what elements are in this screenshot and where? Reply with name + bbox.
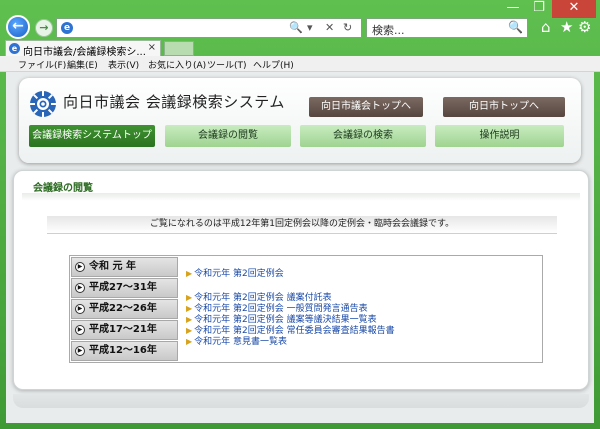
tab-active[interactable]: e 向日市議会/会議録検索シ... × bbox=[5, 40, 161, 58]
meeting-archive: ▶ 令和 元 年 ▶ 平成27～31年 ▶ 平成22～26年 ▶ 平成17～21… bbox=[69, 255, 543, 363]
menu-view[interactable]: 表示(V) bbox=[108, 58, 139, 71]
meeting-link-text: 令和元年 第2回定例会 議案等議決結果一覧表 bbox=[194, 315, 377, 325]
arrow-circle-icon: ▶ bbox=[75, 346, 85, 356]
section-divider bbox=[22, 193, 580, 201]
site-header: 向日市議会 会議録検索システム 向日市議会トップへ 向日市トップへ 会議録検索シ… bbox=[19, 78, 581, 163]
tab-bar: e 向日市議会/会議録検索シ... × bbox=[0, 40, 600, 58]
arrow-circle-icon: ▶ bbox=[75, 304, 85, 314]
search-icon[interactable]: 🔍 bbox=[508, 20, 523, 34]
meeting-link-text: 令和元年 第2回定例会 議案付託表 bbox=[194, 293, 332, 303]
menu-tools[interactable]: ツール(T) bbox=[207, 58, 247, 71]
bullet-arrow-icon: ▶ bbox=[186, 304, 193, 313]
menu-file[interactable]: ファイル(F) bbox=[18, 58, 66, 71]
address-stop-icon[interactable]: ✕ bbox=[325, 21, 334, 34]
year-heisei-17-21[interactable]: ▶ 平成17～21年 bbox=[71, 320, 178, 340]
meeting-link[interactable]: ▶ 令和元年 第2回定例会 bbox=[186, 268, 284, 280]
ie-favicon-icon: e bbox=[61, 22, 73, 34]
browser-search-input[interactable]: 検索... 🔍 bbox=[366, 18, 528, 38]
home-icon[interactable]: ⌂ bbox=[541, 18, 551, 36]
nav-help[interactable]: 操作説明 bbox=[435, 125, 564, 147]
browse-panel: 会議録の閲覧 ご覧になれるのは平成12年第1回定例会以降の定例会・臨時会会議録で… bbox=[13, 170, 589, 390]
year-heisei-12-16[interactable]: ▶ 平成12～16年 bbox=[71, 341, 178, 361]
bullet-arrow-icon: ▶ bbox=[186, 337, 193, 346]
menu-bar: ファイル(F) 編集(E) 表示(V) お気に入り(A) ツール(T) ヘルプ(… bbox=[0, 56, 600, 72]
address-bar[interactable]: e 🔍 ▾ ✕ ↻ bbox=[56, 18, 362, 38]
council-top-link[interactable]: 向日市議会トップへ bbox=[309, 97, 423, 117]
year-heisei-27-31[interactable]: ▶ 平成27～31年 bbox=[71, 278, 178, 298]
page-viewport: 向日市議会 会議録検索システム 向日市議会トップへ 向日市トップへ 会議録検索シ… bbox=[6, 72, 594, 423]
arrow-circle-icon: ▶ bbox=[75, 325, 85, 335]
navigation-bar: ← → e 🔍 ▾ ✕ ↻ 検索... 🔍 ⌂ ★ ⚙ bbox=[0, 14, 600, 40]
favorites-star-icon[interactable]: ★ bbox=[560, 18, 573, 36]
site-title: 向日市議会 会議録検索システム bbox=[63, 93, 285, 111]
new-tab-button[interactable] bbox=[164, 41, 194, 56]
settings-gear-icon[interactable]: ⚙ bbox=[578, 18, 591, 36]
address-dropdown-icon[interactable]: ▾ bbox=[307, 21, 313, 34]
nav-system-top[interactable]: 会議録検索システムトップ bbox=[29, 125, 155, 147]
year-label: 平成12～16年 bbox=[89, 345, 157, 356]
refresh-icon[interactable]: ↻ bbox=[343, 21, 352, 34]
bullet-arrow-icon: ▶ bbox=[186, 293, 193, 302]
meeting-link-text: 令和元年 第2回定例会 bbox=[194, 269, 284, 279]
nav-browse[interactable]: 会議録の閲覧 bbox=[165, 125, 291, 147]
back-arrow-icon[interactable]: ← bbox=[6, 15, 30, 39]
forward-arrow-icon[interactable]: → bbox=[35, 19, 53, 37]
year-label: 平成22～26年 bbox=[89, 303, 157, 314]
meeting-link[interactable]: ▶ 令和元年 意見書一覧表 bbox=[186, 336, 287, 348]
meeting-link-text: 令和元年 意見書一覧表 bbox=[194, 337, 288, 347]
year-reiwa-1[interactable]: ▶ 令和 元 年 bbox=[71, 257, 178, 277]
tab-close-icon[interactable]: × bbox=[148, 42, 156, 53]
section-title: 会議録の閲覧 bbox=[33, 183, 93, 194]
year-label: 平成17～21年 bbox=[89, 324, 157, 335]
availability-notice: ご覧になれるのは平成12年第1回定例会以降の定例会・臨時会会議録です。 bbox=[47, 216, 557, 234]
arrow-circle-icon: ▶ bbox=[75, 262, 85, 272]
menu-edit[interactable]: 編集(E) bbox=[67, 58, 98, 71]
menu-favorites[interactable]: お気に入り(A) bbox=[148, 58, 206, 71]
year-list: ▶ 令和 元 年 ▶ 平成27～31年 ▶ 平成22～26年 ▶ 平成17～21… bbox=[71, 257, 178, 361]
bullet-arrow-icon: ▶ bbox=[186, 269, 193, 278]
address-search-icon[interactable]: 🔍 bbox=[289, 21, 303, 34]
year-label: 令和 元 年 bbox=[89, 261, 136, 272]
search-placeholder: 検索... bbox=[372, 24, 405, 37]
year-heisei-22-26[interactable]: ▶ 平成22～26年 bbox=[71, 299, 178, 319]
menu-help[interactable]: ヘルプ(H) bbox=[253, 58, 294, 71]
bullet-arrow-icon: ▶ bbox=[186, 315, 193, 324]
nav-search[interactable]: 会議録の検索 bbox=[300, 125, 426, 147]
meeting-link-text: 令和元年 第2回定例会 常任委員会審査結果報告書 bbox=[194, 326, 395, 336]
city-emblem-icon bbox=[30, 91, 56, 117]
arrow-circle-icon: ▶ bbox=[75, 283, 85, 293]
footer-strip bbox=[13, 394, 589, 408]
meeting-link-text: 令和元年 第2回定例会 一般質問発言通告表 bbox=[194, 304, 368, 314]
city-top-link[interactable]: 向日市トップへ bbox=[443, 97, 565, 117]
bullet-arrow-icon: ▶ bbox=[186, 326, 193, 335]
tab-favicon-icon: e bbox=[9, 43, 20, 54]
year-label: 平成27～31年 bbox=[89, 282, 157, 293]
